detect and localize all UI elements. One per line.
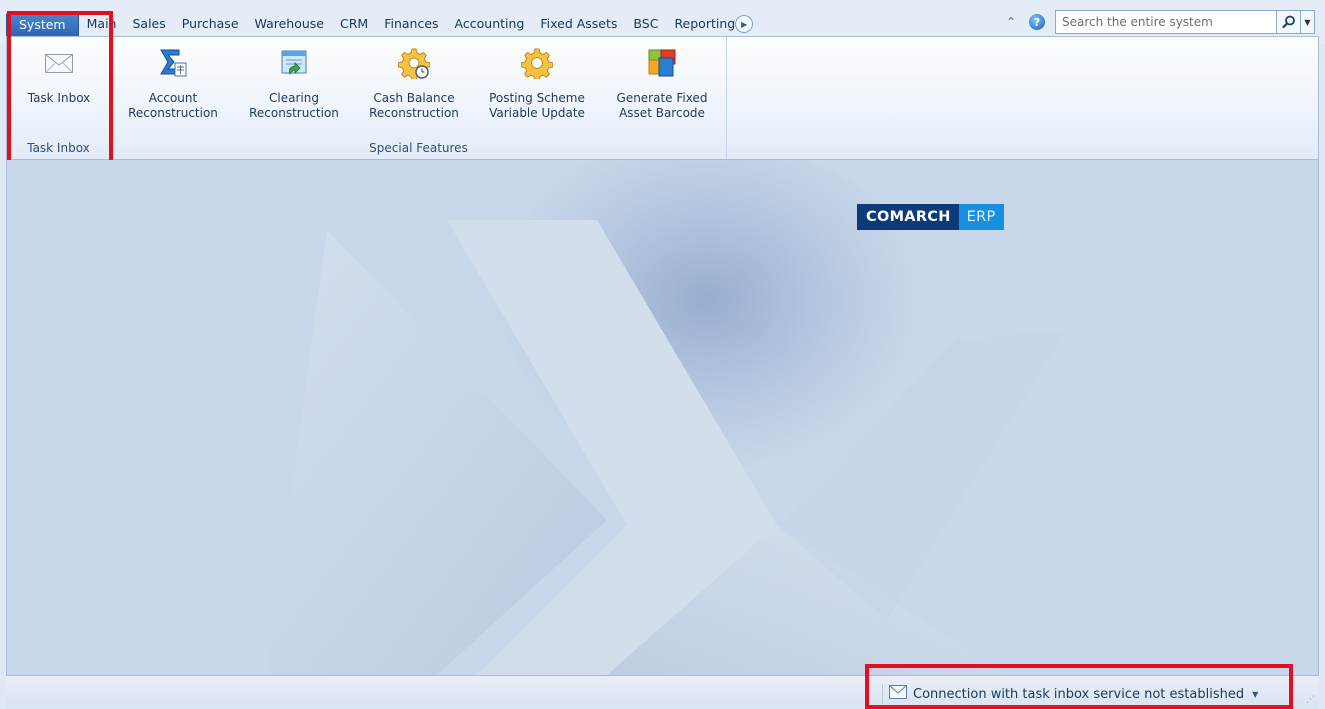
group-label-special-features: Special Features [369,141,468,155]
clearing-icon [278,47,310,79]
task-inbox-button[interactable]: Task Inbox [15,47,103,106]
top-right-controls: ⌃ ? ▼ [1003,9,1315,35]
tab-accounting[interactable]: Accounting [447,12,533,36]
cash-balance-reconstruction-button[interactable]: Cash Balance Reconstruction [355,47,473,121]
clearing-reconstruction-button[interactable]: Clearing Reconstruction [235,47,353,121]
ribbon-tabs: System Main Sales Purchase Warehouse CRM… [6,12,757,36]
tab-finances[interactable]: Finances [376,12,446,36]
ribbon: Task Inbox Task Inbox Account Reconstruc… [6,11,1319,165]
tab-warehouse[interactable]: Warehouse [247,12,332,36]
global-search [1055,10,1277,34]
tab-main[interactable]: Main [79,12,125,36]
account-reconstruction-label: Account Reconstruction [128,91,218,120]
tabs-scroll-right-icon[interactable]: ▶ [735,15,754,33]
clearing-reconstruction-label: Clearing Reconstruction [249,91,339,120]
search-input[interactable] [1056,11,1276,33]
tab-system[interactable]: System [6,12,79,36]
generate-fixed-asset-barcode-button[interactable]: Generate Fixed Asset Barcode [601,47,723,121]
envelope-icon [43,47,75,79]
logo-part-erp: ERP [958,204,1004,230]
posting-scheme-variable-update-button[interactable]: Posting Scheme Variable Update [475,47,599,121]
tab-reporting[interactable]: Reporting [666,12,735,36]
posting-scheme-variable-update-label: Posting Scheme Variable Update [489,91,585,120]
tab-crm[interactable]: CRM [332,12,376,36]
logo-part-comarch: COMARCH [857,204,959,230]
gear-clock-icon [397,47,431,82]
resize-grip-icon[interactable]: ⋰ [1306,695,1315,705]
status-bar: Connection with task inbox service not e… [6,664,1319,709]
search-dropdown-icon[interactable]: ▼ [1301,10,1315,34]
sigma-icon [157,47,189,79]
search-buttons: ▼ [1277,10,1315,34]
gear-icon [520,47,554,82]
account-reconstruction-button[interactable]: Account Reconstruction [113,47,233,121]
envelope-icon [889,685,907,703]
tab-sales[interactable]: Sales [124,12,173,36]
tab-purchase[interactable]: Purchase [174,12,247,36]
barcode-blocks-icon [646,47,678,79]
search-icon[interactable] [1277,10,1301,34]
background-chevron-graphic [7,160,1318,675]
task-inbox-button-label: Task Inbox [27,91,91,105]
task-inbox-connection-status[interactable]: Connection with task inbox service not e… [882,684,1258,704]
tab-fixed-assets[interactable]: Fixed Assets [532,12,625,36]
status-message: Connection with task inbox service not e… [913,686,1245,702]
cash-balance-reconstruction-label: Cash Balance Reconstruction [369,91,459,120]
chevron-down-icon: ▼ [1252,689,1259,699]
minimize-ribbon-icon[interactable]: ⌃ [1003,14,1019,30]
comarch-erp-logo: COMARCH ERP [857,204,1004,230]
ribbon-group-special-features: Account Reconstruction Clearing Reconstr… [111,37,727,159]
help-icon[interactable]: ? [1029,14,1045,30]
tab-bsc[interactable]: BSC [625,12,666,36]
group-label-task-inbox: Task Inbox [27,141,90,155]
ribbon-group-task-inbox: Task Inbox Task Inbox [7,37,111,159]
generate-fixed-asset-barcode-label: Generate Fixed Asset Barcode [616,91,708,120]
main-workspace: COMARCH ERP [6,160,1319,675]
